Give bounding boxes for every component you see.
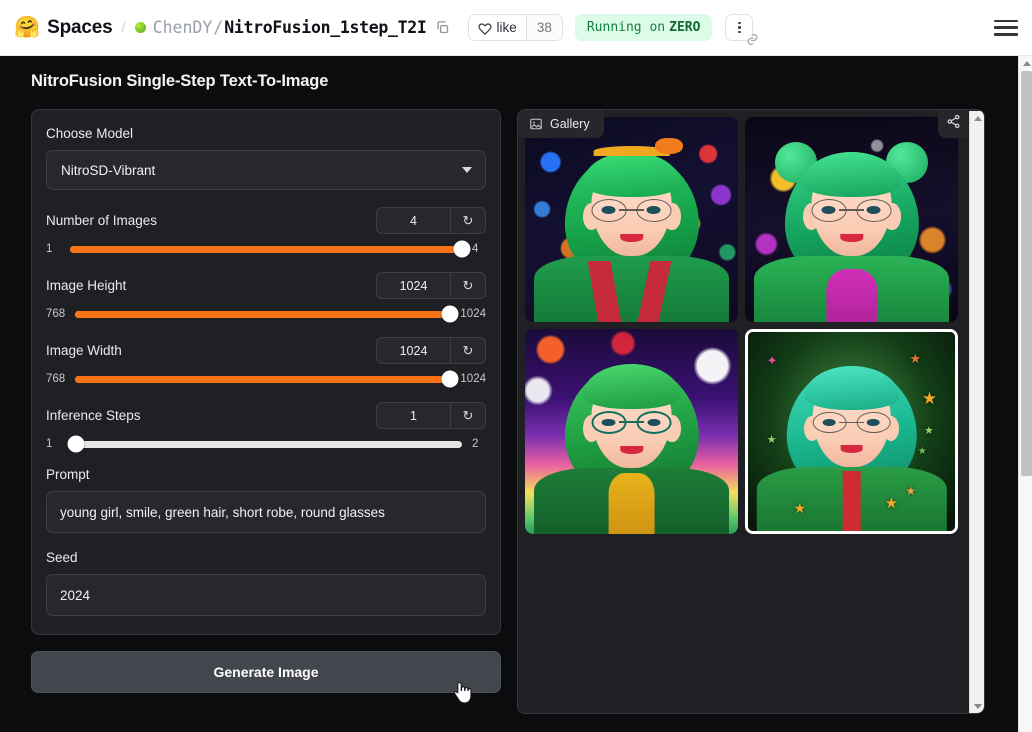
heart-icon xyxy=(477,22,492,35)
reset-icon[interactable]: ↻ xyxy=(451,338,485,363)
running-on-zero-badge: Running on ZERO xyxy=(574,14,713,41)
generate-image-button[interactable]: Generate Image xyxy=(31,651,501,693)
status-prefix: Running on xyxy=(586,20,666,35)
image-width-input[interactable]: 1024 xyxy=(377,338,451,363)
gallery-panel: Gallery ✦ ★ ★ ★ ★ ★ ★ ★ ★ xyxy=(517,109,985,714)
share-icon xyxy=(946,114,961,134)
hugging-face-emoji-icon: 🤗 xyxy=(14,16,41,39)
image-height-header: Image Height 1024 ↻ xyxy=(46,272,486,299)
inference-steps-max: 2 xyxy=(472,438,479,450)
image-height-min: 768 xyxy=(46,308,66,320)
page-scrollbar[interactable] xyxy=(1018,56,1032,732)
hamburger-menu-icon[interactable] xyxy=(994,19,1018,37)
number-of-images-field: Number of Images 4 ↻ 1 4 xyxy=(46,207,486,258)
gallery-item[interactable] xyxy=(525,329,738,534)
gallery-scrollbar[interactable] xyxy=(969,111,984,713)
number-of-images-min: 1 xyxy=(46,243,53,255)
seed-input[interactable]: 2024 xyxy=(46,574,486,616)
number-of-images-input[interactable]: 4 xyxy=(377,208,451,233)
image-height-slider-row: 768 1024 xyxy=(46,305,486,323)
chevron-down-icon xyxy=(462,167,472,173)
repo-owner-link[interactable]: ChenDY xyxy=(153,18,213,37)
seed-label: Seed xyxy=(46,550,78,565)
model-select-value: NitroSD-Vibrant xyxy=(61,162,156,178)
image-height-slider[interactable] xyxy=(75,305,459,323)
gallery-tab[interactable]: Gallery xyxy=(518,110,604,138)
number-of-images-input-group[interactable]: 4 ↻ xyxy=(376,207,486,234)
number-of-images-max: 4 xyxy=(472,243,479,255)
slider-thumb[interactable] xyxy=(441,305,459,323)
like-count: 38 xyxy=(526,15,562,40)
image-width-slider[interactable] xyxy=(75,370,459,388)
choose-model-label: Choose Model xyxy=(46,126,134,141)
three-dots-vertical-icon xyxy=(738,21,741,34)
header-divider: / xyxy=(121,19,126,36)
number-of-images-label: Number of Images xyxy=(46,213,158,228)
gallery-tab-label: Gallery xyxy=(550,117,590,131)
copy-icon[interactable] xyxy=(435,20,450,35)
image-width-min: 768 xyxy=(46,373,66,385)
image-height-max: 1024 xyxy=(460,308,486,320)
control-panel: Choose Model NitroSD-Vibrant Number of I… xyxy=(31,109,501,635)
image-width-header: Image Width 1024 ↻ xyxy=(46,337,486,364)
reset-icon[interactable]: ↻ xyxy=(451,403,485,428)
image-width-slider-row: 768 1024 xyxy=(46,370,486,388)
inference-steps-header: Inference Steps 1 ↻ xyxy=(46,402,486,429)
inference-steps-input[interactable]: 1 xyxy=(377,403,451,428)
reset-icon[interactable]: ↻ xyxy=(451,273,485,298)
image-width-label: Image Width xyxy=(46,343,122,358)
gallery-grid: ✦ ★ ★ ★ ★ ★ ★ ★ ★ xyxy=(525,117,965,534)
like-button[interactable]: like xyxy=(468,15,527,40)
page-scrollbar-thumb[interactable] xyxy=(1020,71,1032,476)
inference-steps-min: 1 xyxy=(46,438,53,450)
number-of-images-slider[interactable] xyxy=(70,240,471,258)
share-button[interactable] xyxy=(938,110,968,138)
gallery-item[interactable] xyxy=(525,117,738,322)
choose-model-field: Choose Model NitroSD-Vibrant xyxy=(46,126,486,190)
status-accent: ZERO xyxy=(669,20,701,35)
scroll-up-arrow-icon[interactable] xyxy=(970,111,984,126)
repo-name-link[interactable]: NitroFusion_1step_T2I xyxy=(224,18,427,37)
inference-steps-input-group[interactable]: 1 ↻ xyxy=(376,402,486,429)
image-icon xyxy=(529,117,543,131)
inference-steps-slider[interactable] xyxy=(67,435,462,453)
scroll-down-arrow-icon[interactable] xyxy=(970,699,984,713)
spaces-link[interactable]: Spaces xyxy=(47,17,113,39)
number-of-images-slider-row: 1 4 xyxy=(46,240,486,258)
inference-steps-field: Inference Steps 1 ↻ 1 2 xyxy=(46,402,486,453)
image-width-max: 1024 xyxy=(460,373,486,385)
link-icon xyxy=(746,33,759,46)
image-width-input-group[interactable]: 1024 ↻ xyxy=(376,337,486,364)
inference-steps-slider-row: 1 2 xyxy=(46,435,486,453)
slider-thumb[interactable] xyxy=(453,240,471,258)
seed-field: Seed 2024 xyxy=(46,550,486,616)
prompt-field: Prompt young girl, smile, green hair, sh… xyxy=(46,467,486,533)
gallery-item-selected[interactable]: ✦ ★ ★ ★ ★ ★ ★ ★ ★ xyxy=(745,329,958,534)
image-height-input-group[interactable]: 1024 ↻ xyxy=(376,272,486,299)
prompt-label: Prompt xyxy=(46,467,90,482)
more-options-button[interactable] xyxy=(725,14,758,45)
gradio-app-body: NitroFusion Single-Step Text-To-Image Ch… xyxy=(0,56,1018,732)
like-label: like xyxy=(496,20,517,35)
repo-path-slash: / xyxy=(213,18,224,37)
prompt-input[interactable]: young girl, smile, green hair, short rob… xyxy=(46,491,486,533)
image-height-input[interactable]: 1024 xyxy=(377,273,451,298)
reset-icon[interactable]: ↻ xyxy=(451,208,485,233)
running-status-dot-icon xyxy=(134,22,146,33)
slider-thumb[interactable] xyxy=(67,435,85,453)
like-button-group[interactable]: like 38 xyxy=(467,14,563,41)
gallery-item[interactable] xyxy=(745,117,958,322)
image-height-field: Image Height 1024 ↻ 768 1024 xyxy=(46,272,486,323)
controls-column: Choose Model NitroSD-Vibrant Number of I… xyxy=(31,109,501,693)
image-width-field: Image Width 1024 ↻ 768 1024 xyxy=(46,337,486,388)
inference-steps-label: Inference Steps xyxy=(46,408,141,423)
page-title: NitroFusion Single-Step Text-To-Image xyxy=(31,72,329,90)
number-of-images-header: Number of Images 4 ↻ xyxy=(46,207,486,234)
slider-thumb[interactable] xyxy=(441,370,459,388)
page-scroll-up-arrow-icon[interactable] xyxy=(1019,56,1032,71)
huggingface-header: 🤗 Spaces / ChenDY / NitroFusion_1step_T2… xyxy=(0,0,1032,56)
model-select[interactable]: NitroSD-Vibrant xyxy=(46,150,486,190)
image-height-label: Image Height xyxy=(46,278,127,293)
